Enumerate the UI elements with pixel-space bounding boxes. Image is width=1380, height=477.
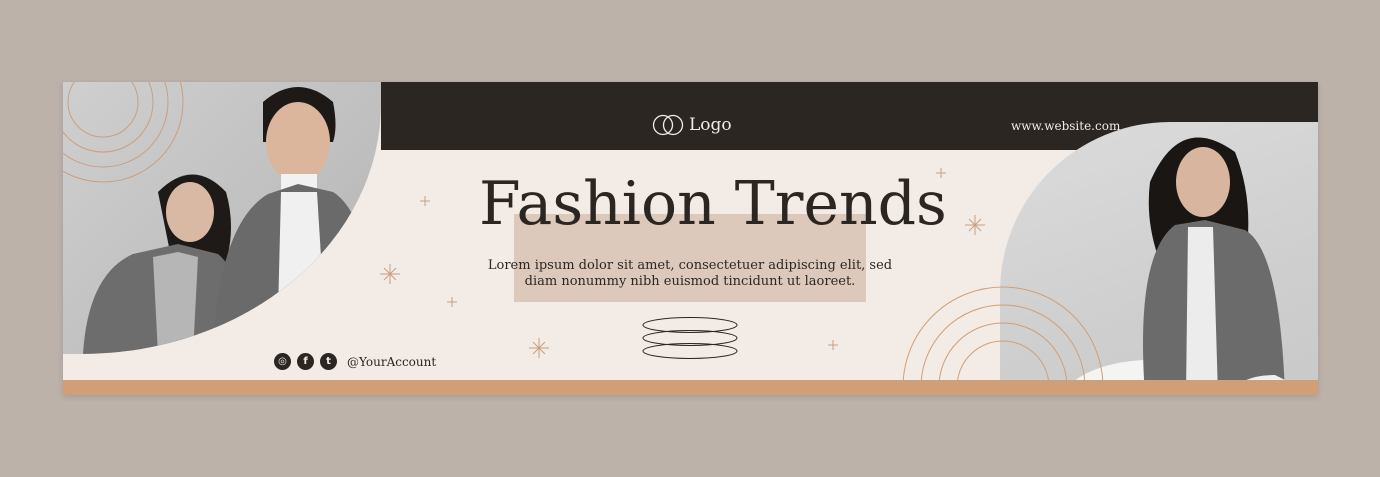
- sparkle-icon: [380, 264, 400, 284]
- facebook-icon[interactable]: f: [297, 353, 314, 370]
- social-links: ◎ f t @YourAccount: [274, 353, 436, 370]
- plus-icon: [447, 297, 457, 307]
- page-title: Fashion Trends: [479, 169, 947, 239]
- banner: Logo www.website.com Fashion Trends Lore…: [63, 82, 1318, 395]
- instagram-icon[interactable]: ◎: [274, 353, 291, 370]
- plus-icon: [420, 196, 430, 206]
- account-handle[interactable]: @YourAccount: [347, 355, 436, 369]
- subtitle-line-2: diam nonummy nibh euismod tincidunt ut l…: [524, 274, 856, 289]
- sparkle-icon: [529, 338, 549, 358]
- subtitle: Lorem ipsum dolor sit amet, consectetuer…: [480, 258, 900, 290]
- plus-icon: [828, 340, 838, 350]
- sparkle-icon: [965, 215, 985, 235]
- subtitle-line-1: Lorem ipsum dolor sit amet, consectetuer…: [487, 258, 893, 273]
- twitter-icon[interactable]: t: [320, 353, 337, 370]
